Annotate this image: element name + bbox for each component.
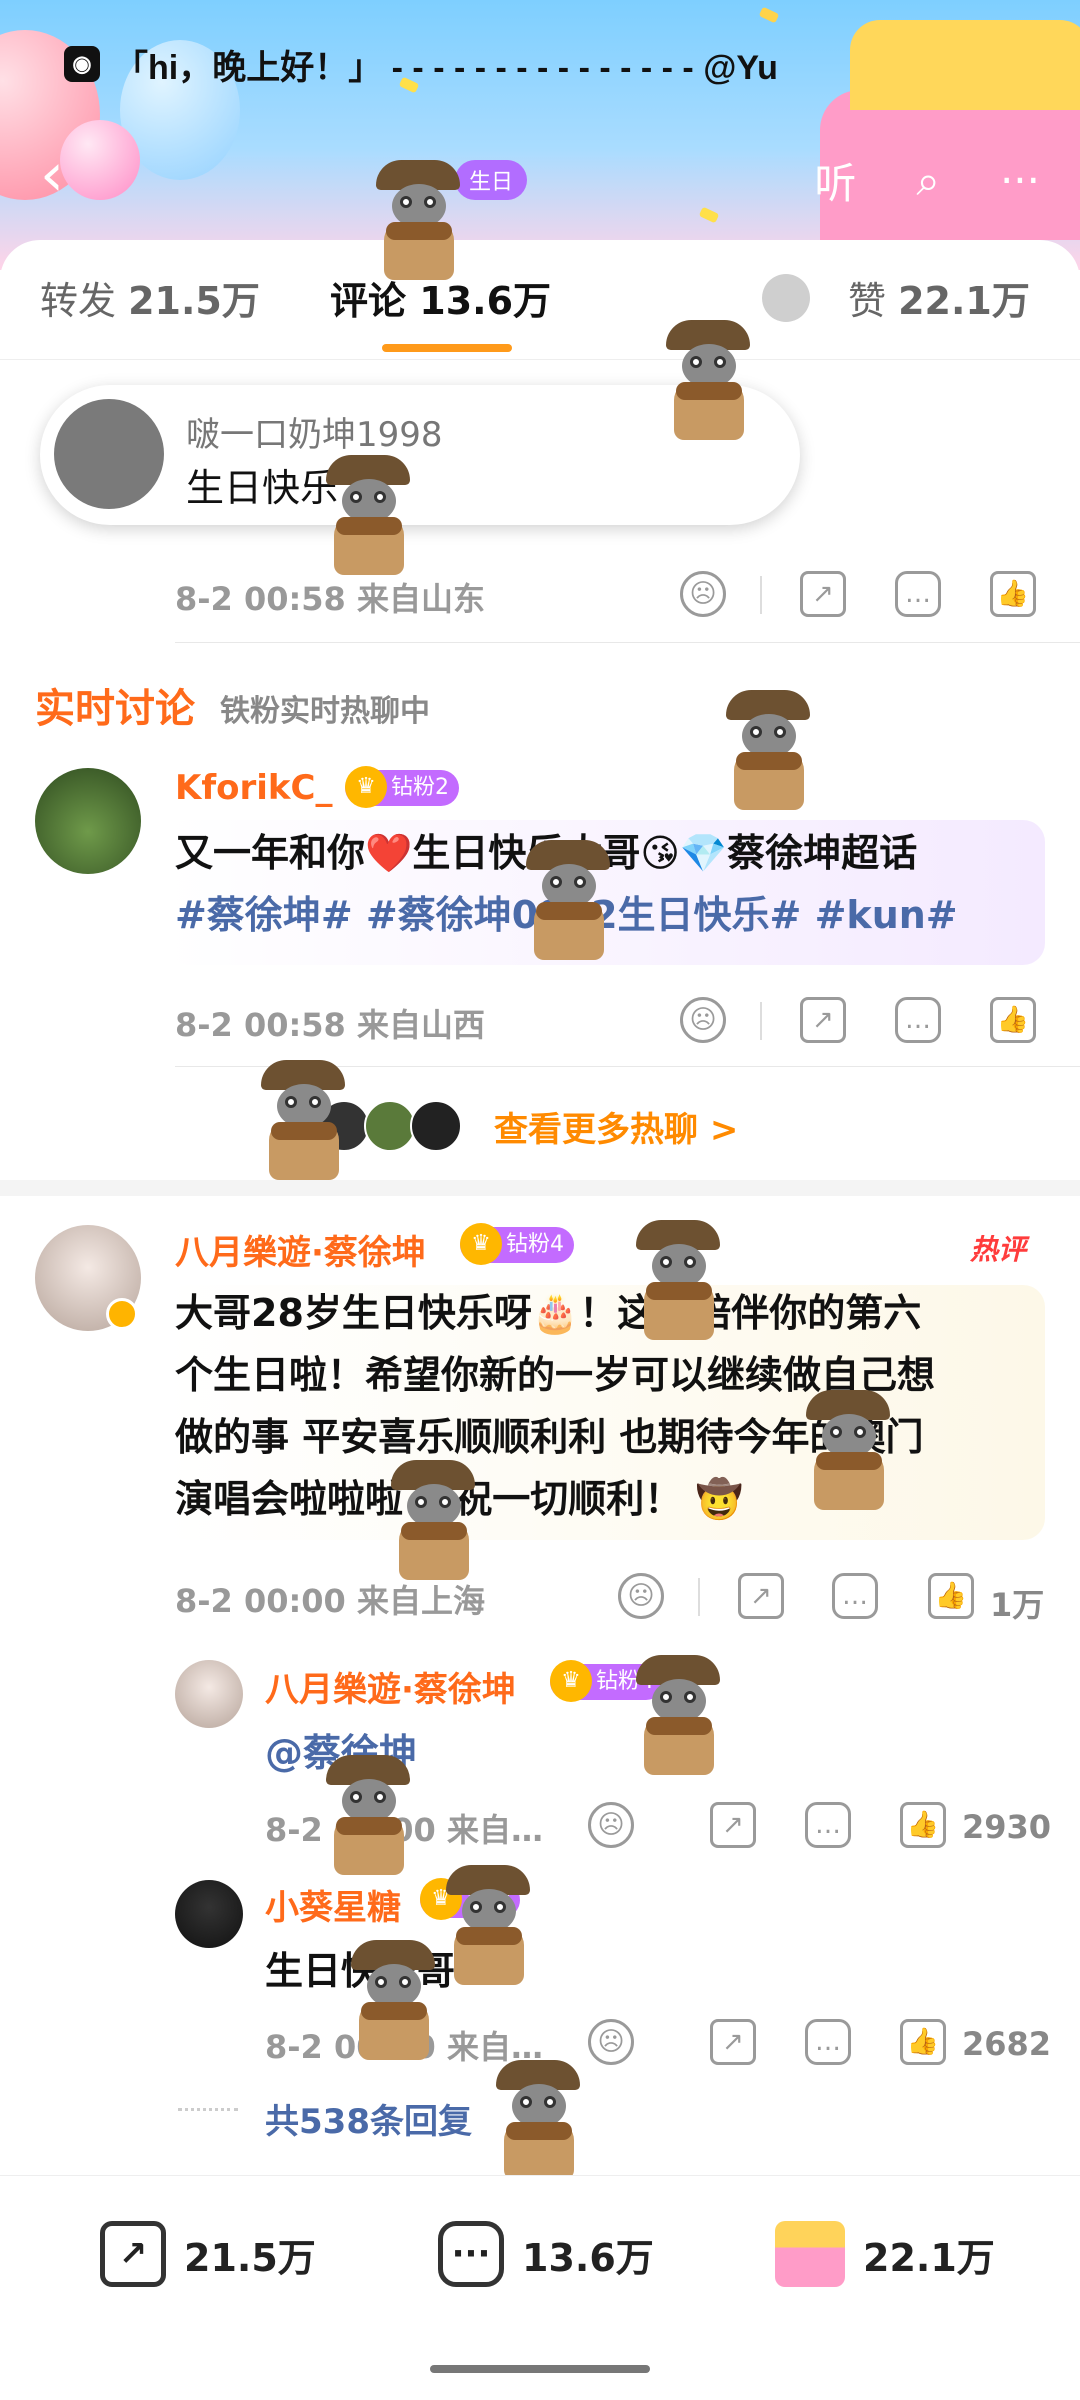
reply-username[interactable]: 八月樂遊·蔡徐坤	[265, 1662, 516, 1711]
mascot-sticker	[630, 1655, 726, 1775]
mascot-sticker	[370, 160, 466, 280]
confetti	[758, 6, 780, 24]
mascot-sticker	[440, 1865, 536, 1985]
more-hot-chats-label[interactable]: 查看更多热聊 >	[494, 1102, 738, 1151]
reply-icon[interactable]: …	[895, 571, 941, 617]
share-icon[interactable]: ↗	[710, 2019, 756, 2065]
fan-badge: ♛ 钻粉4	[460, 1223, 574, 1265]
more-dots-icon[interactable]: ···	[1000, 156, 1040, 205]
comment-body: 大哥28岁生日快乐呀🎂！这是陪伴你的第六 个生日啦！希望你新的一岁可以继续做自己…	[175, 1291, 936, 1521]
avatar	[762, 274, 810, 322]
share-icon[interactable]: ↗	[800, 997, 846, 1043]
dislike-icon[interactable]: ☹	[618, 1573, 664, 1619]
hot-comment-tag: 热评	[970, 1233, 1027, 1266]
header-actions: 听 ⌕ ···	[814, 150, 1040, 211]
share-icon[interactable]: ↗	[738, 1573, 784, 1619]
comment-button[interactable]: ··· 13.6万	[438, 2221, 654, 2287]
toast-username: 啵一口奶坤1998	[186, 415, 443, 455]
weibo-logo-icon: ◉	[64, 46, 100, 82]
like-icon[interactable]: 👍	[990, 997, 1036, 1043]
toast-text: 生日快乐	[186, 466, 339, 510]
dislike-icon[interactable]: ☹	[680, 997, 726, 1043]
bottom-action-bar: ↗ 21.5万 ··· 13.6万 22.1万	[0, 2175, 1080, 2335]
cake-icon	[775, 2221, 845, 2287]
comment-meta: 8-2 00:58 来自山西	[175, 1006, 485, 1044]
mascot-sticker	[320, 455, 416, 575]
mascot-sticker	[720, 690, 816, 810]
search-icon[interactable]: ⌕	[916, 156, 940, 206]
divider	[175, 642, 1080, 643]
like-icon[interactable]: 👍	[900, 2019, 946, 2065]
like-count: 2930	[962, 1808, 1052, 1846]
like-icon[interactable]: 👍	[928, 1573, 974, 1619]
like-count: 2682	[962, 2025, 1052, 2063]
like-button[interactable]: 22.1万	[775, 2221, 995, 2287]
total-replies-link[interactable]: 共538条回复	[265, 2094, 472, 2143]
comment-meta: 8-2 00:58 来自山东	[175, 580, 485, 618]
avatar[interactable]	[175, 1880, 243, 1948]
live-discussion-subtitle: 铁粉实时热聊中	[220, 694, 430, 729]
tab-bar: 转发 21.5万 评论 13.6万 赞 22.1万	[0, 240, 1080, 360]
tab-repost[interactable]: 转发 21.5万	[40, 270, 260, 325]
reply-icon[interactable]: …	[832, 1573, 878, 1619]
section-separator	[0, 1180, 1080, 1196]
listen-icon[interactable]: 听	[814, 150, 856, 211]
back-chevron-icon[interactable]: ‹	[40, 145, 80, 205]
home-indicator	[430, 2365, 650, 2373]
like-icon[interactable]: 👍	[900, 1802, 946, 1848]
share-icon[interactable]: ↗	[800, 571, 846, 617]
header-banner: ◉ 「hi，晚上好！」 - - - - - - - - - - - - - - …	[0, 0, 1080, 270]
tab-like[interactable]: 赞 22.1万	[848, 270, 1030, 325]
mascot-sticker	[385, 1460, 481, 1580]
mascot-sticker	[345, 1940, 441, 2060]
avatar[interactable]	[35, 768, 141, 874]
fan-badge: ♛ 钻粉2	[345, 766, 459, 808]
mascot-sticker	[490, 2060, 586, 2180]
status-title-text: 「hi，晚上好！」 - - - - - - - - - - - - - - - …	[114, 48, 778, 87]
like-count: 1万	[990, 1586, 1045, 1624]
divider	[760, 576, 762, 614]
mascot-sticker	[630, 1220, 726, 1340]
crown-icon: ♛	[550, 1660, 592, 1702]
live-discussion-title: 实时讨论	[35, 686, 195, 732]
crown-icon: ♛	[345, 766, 387, 808]
mascot-sticker	[320, 1755, 416, 1875]
reply-username[interactable]: 小葵星糖	[265, 1880, 401, 1929]
like-icon[interactable]: 👍	[990, 571, 1036, 617]
avatar	[364, 1100, 416, 1152]
dislike-icon[interactable]: ☹	[588, 1802, 634, 1848]
mascot-sticker	[660, 320, 756, 440]
avatar	[410, 1100, 462, 1152]
share-icon[interactable]: ↗	[710, 1802, 756, 1848]
reply-icon[interactable]: …	[895, 997, 941, 1043]
reply-icon[interactable]: …	[805, 1802, 851, 1848]
comment-meta: 8-2 00:00 来自上海	[175, 1582, 485, 1620]
divider	[698, 1578, 700, 1616]
mascot-sticker	[255, 1060, 351, 1180]
crown-icon: ♛	[460, 1223, 502, 1265]
verified-icon	[106, 1298, 138, 1330]
mascot-sticker	[520, 840, 616, 960]
avatar	[54, 399, 164, 509]
more-hot-chats[interactable]: 查看更多热聊 >	[318, 1100, 738, 1152]
avatar[interactable]	[175, 1660, 243, 1728]
reply-icon[interactable]: …	[805, 2019, 851, 2065]
dislike-icon[interactable]: ☹	[680, 571, 726, 617]
divider	[760, 1002, 762, 1040]
tab-indicator	[382, 344, 512, 352]
comment-username[interactable]: 八月樂遊·蔡徐坤	[175, 1225, 426, 1274]
comment-username[interactable]: KforikC_	[175, 768, 332, 808]
confetti	[698, 206, 720, 224]
dislike-icon[interactable]: ☹	[588, 2019, 634, 2065]
share-icon: ↗	[100, 2221, 166, 2287]
repost-button[interactable]: ↗ 21.5万	[100, 2221, 316, 2287]
dotted-leader	[178, 2108, 238, 2111]
comment-icon: ···	[438, 2221, 504, 2287]
status-title: ◉ 「hi，晚上好！」 - - - - - - - - - - - - - - …	[64, 40, 778, 88]
mascot-sticker	[800, 1390, 896, 1510]
